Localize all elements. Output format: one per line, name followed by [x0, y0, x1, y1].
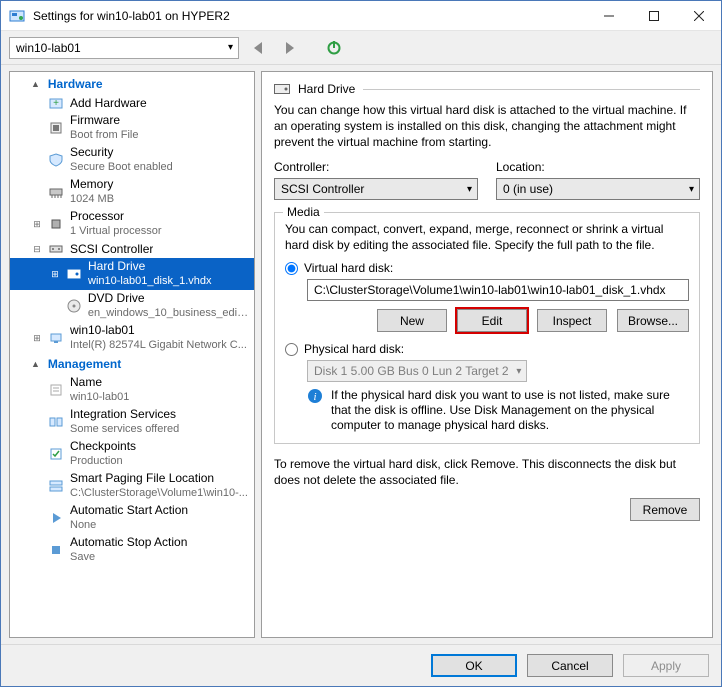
- physical-disk-select: Disk 1 5.00 GB Bus 0 Lun 2 Target 2 ▾: [307, 360, 527, 382]
- window-title: Settings for win10-lab01 on HYPER2: [33, 9, 586, 23]
- close-button[interactable]: [676, 1, 721, 30]
- management-section-header: ▲Management: [10, 354, 254, 374]
- physical-radio[interactable]: [285, 343, 298, 356]
- tree-security[interactable]: SecuritySecure Boot enabled: [10, 144, 254, 176]
- physical-disk-value: Disk 1 5.00 GB Bus 0 Lun 2 Target 2: [314, 364, 509, 378]
- location-label: Location:: [496, 160, 700, 174]
- ok-button[interactable]: OK: [431, 654, 517, 677]
- power-icon[interactable]: [325, 39, 343, 57]
- checkpoints-icon: [48, 446, 64, 462]
- hard-drive-icon: [274, 82, 290, 96]
- body: ▲Hardware + Add Hardware FirmwareBoot fr…: [1, 65, 721, 644]
- controller-select[interactable]: SCSI Controller ▾: [274, 178, 478, 200]
- tree-auto-stop[interactable]: Automatic Stop ActionSave: [10, 534, 254, 566]
- nav-forward-button[interactable]: [279, 38, 299, 58]
- controller-value: SCSI Controller: [281, 182, 364, 196]
- chevron-down-icon: ▾: [689, 184, 694, 195]
- location-value: 0 (in use): [503, 182, 553, 196]
- new-button[interactable]: New: [377, 309, 447, 332]
- physical-radio-row[interactable]: Physical hard disk:: [285, 342, 689, 356]
- minimize-button[interactable]: [586, 1, 631, 30]
- vhd-radio[interactable]: [285, 262, 298, 275]
- tree-smart-paging[interactable]: Smart Paging File LocationC:\ClusterStor…: [10, 470, 254, 502]
- content-pane: Hard Drive You can change how this virtu…: [261, 71, 713, 638]
- scsi-icon: [48, 241, 64, 257]
- toolbar: win10-lab01 ▾: [1, 31, 721, 65]
- footer: OK Cancel Apply: [1, 644, 721, 686]
- processor-icon: [48, 216, 64, 232]
- vhd-radio-row[interactable]: Virtual hard disk:: [285, 261, 689, 275]
- dvd-icon: [66, 298, 82, 314]
- inspect-button[interactable]: Inspect: [537, 309, 607, 332]
- chevron-down-icon: ▾: [467, 184, 472, 195]
- chevron-down-icon: ▾: [228, 42, 233, 53]
- app-icon: [9, 8, 25, 24]
- tree-memory[interactable]: Memory1024 MB: [10, 176, 254, 208]
- remove-button[interactable]: Remove: [630, 498, 700, 521]
- tree-name[interactable]: Namewin10-lab01: [10, 374, 254, 406]
- controller-label: Controller:: [274, 160, 478, 174]
- tree-auto-start[interactable]: Automatic Start ActionNone: [10, 502, 254, 534]
- apply-button: Apply: [623, 654, 709, 677]
- edit-button[interactable]: Edit: [457, 309, 527, 332]
- tree-dvd-drive[interactable]: DVD Driveen_windows_10_business_editi...: [10, 290, 254, 322]
- vhd-radio-label: Virtual hard disk:: [304, 261, 393, 275]
- tree-network-adapter[interactable]: ⊞ win10-lab01Intel(R) 82574L Gigabit Net…: [10, 322, 254, 354]
- remove-description: To remove the virtual hard disk, click R…: [274, 456, 700, 488]
- tree-hard-drive[interactable]: ⊞ Hard Drivewin10-lab01_disk_1.vhdx: [10, 258, 254, 290]
- settings-window: Settings for win10-lab01 on HYPER2 win10…: [0, 0, 722, 687]
- vm-selector[interactable]: win10-lab01 ▾: [9, 37, 239, 59]
- vhd-path-input[interactable]: [307, 279, 689, 301]
- nav-back-button[interactable]: [249, 38, 269, 58]
- hardware-section-header: ▲Hardware: [10, 74, 254, 94]
- autostop-icon: [48, 542, 64, 558]
- integration-icon: [48, 414, 64, 430]
- settings-tree[interactable]: ▲Hardware + Add Hardware FirmwareBoot fr…: [9, 71, 255, 638]
- firmware-icon: [48, 120, 64, 136]
- cancel-button[interactable]: Cancel: [527, 654, 613, 677]
- paging-icon: [48, 478, 64, 494]
- browse-button[interactable]: Browse...: [617, 309, 689, 332]
- section-header: Hard Drive: [274, 82, 700, 96]
- media-description: You can compact, convert, expand, merge,…: [285, 221, 689, 253]
- tree-scsi-controller[interactable]: ⊟ SCSI Controller: [10, 240, 254, 258]
- autostart-icon: [48, 510, 64, 526]
- titlebar: Settings for win10-lab01 on HYPER2: [1, 1, 721, 31]
- name-icon: [48, 382, 64, 398]
- vm-selector-value: win10-lab01: [16, 41, 81, 55]
- media-group-label: Media: [283, 205, 324, 219]
- maximize-button[interactable]: [631, 1, 676, 30]
- location-select[interactable]: 0 (in use) ▾: [496, 178, 700, 200]
- media-group: Media You can compact, convert, expand, …: [274, 212, 700, 444]
- tree-processor[interactable]: ⊞ Processor1 Virtual processor: [10, 208, 254, 240]
- nic-icon: [48, 330, 64, 346]
- svg-text:i: i: [313, 391, 316, 403]
- section-title: Hard Drive: [298, 82, 355, 96]
- info-icon: i: [307, 388, 323, 433]
- physical-info-text: If the physical hard disk you want to us…: [331, 388, 689, 433]
- svg-text:+: +: [53, 98, 59, 109]
- tree-firmware[interactable]: FirmwareBoot from File: [10, 112, 254, 144]
- shield-icon: [48, 152, 64, 168]
- tree-add-hardware[interactable]: + Add Hardware: [10, 94, 254, 112]
- chevron-down-icon: ▾: [516, 366, 521, 377]
- hard-drive-icon: [66, 266, 82, 282]
- intro-text: You can change how this virtual hard dis…: [274, 102, 700, 150]
- memory-icon: [48, 184, 64, 200]
- tree-checkpoints[interactable]: CheckpointsProduction: [10, 438, 254, 470]
- tree-integration-services[interactable]: Integration ServicesSome services offere…: [10, 406, 254, 438]
- add-hardware-icon: +: [48, 95, 64, 111]
- physical-radio-label: Physical hard disk:: [304, 342, 404, 356]
